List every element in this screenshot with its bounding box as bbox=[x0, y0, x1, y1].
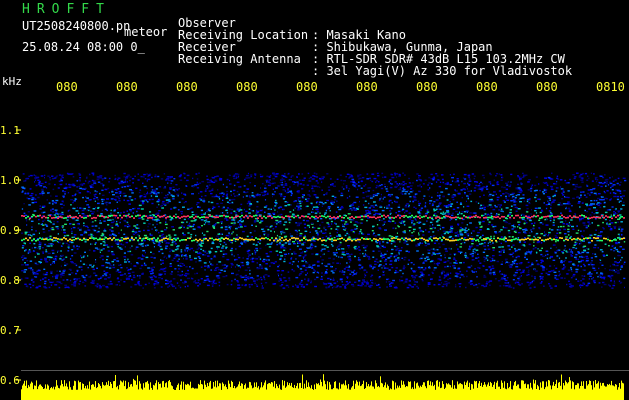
x-tick-label: 080 bbox=[536, 80, 558, 94]
date-time-value: 25.08.24 08:00 bbox=[22, 40, 124, 54]
y-tick-label: 0.6 bbox=[0, 374, 20, 387]
x-tick-label: 080 bbox=[116, 80, 138, 94]
x-tick-label: 0810 bbox=[596, 80, 625, 94]
x-tick-label: 080 bbox=[356, 80, 378, 94]
app-title: HROFFT bbox=[22, 2, 111, 17]
noise-band bbox=[21, 172, 627, 289]
y-tick-label: 1.1 bbox=[0, 124, 20, 137]
meta-value: : 3el Yagi(V) Az 330 for Vladivostok bbox=[312, 64, 573, 78]
y-tick-label: 0.9 bbox=[0, 224, 20, 237]
signal-level-bar bbox=[21, 374, 624, 400]
extra-value: 0_ bbox=[130, 40, 145, 54]
x-tick-label: 080 bbox=[56, 80, 78, 94]
y-tick-label: 1.0 bbox=[0, 174, 20, 187]
x-tick-label: 080 bbox=[476, 80, 498, 94]
date-time: 25.08.24 08:00 0_ bbox=[22, 40, 145, 54]
x-tick-label: 080 bbox=[296, 80, 318, 94]
x-tick-label: 080 bbox=[416, 80, 438, 94]
file-name: UT2508240800.pn bbox=[22, 19, 131, 33]
x-tick-label: 080 bbox=[236, 80, 258, 94]
y-tick-label: 0.8 bbox=[0, 274, 20, 287]
y-tick-label: 0.7 bbox=[0, 324, 20, 337]
mode-label: meteor bbox=[124, 25, 168, 39]
y-axis-unit: kHz bbox=[2, 75, 22, 88]
x-tick-label: 080 bbox=[176, 80, 198, 94]
hrofft-screen: HROFFT UT2508240800.pn meteor 25.08.24 0… bbox=[0, 0, 629, 400]
level-divider bbox=[21, 370, 629, 371]
meta-key: Receiving Antenna bbox=[178, 52, 301, 66]
